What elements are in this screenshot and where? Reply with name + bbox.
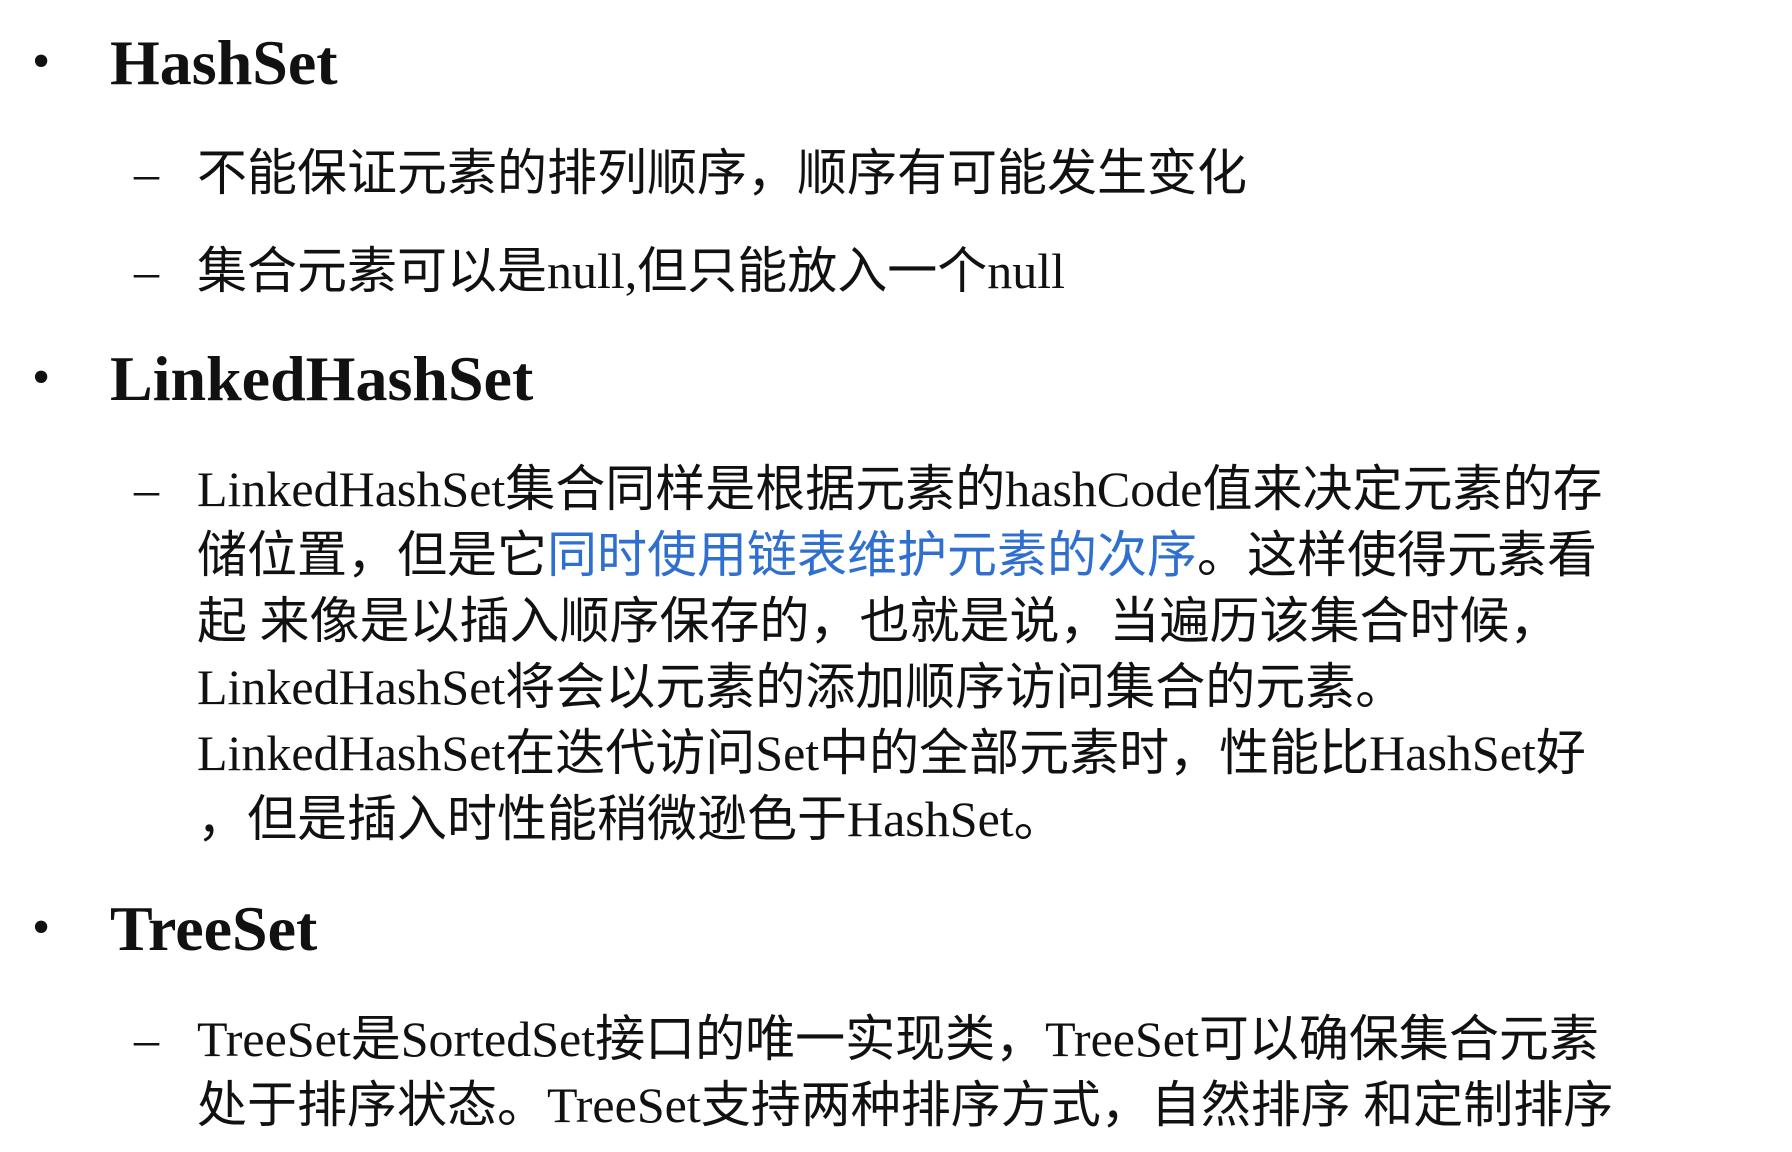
text-line: 起 来像是以插入顺序保存的，也就是说，当遍历该集合时候， [197,593,1560,649]
bullet-marker: • [32,899,51,956]
text-line: LinkedHashSet在迭代访问Set中的全部元素时，性能比HashSet好 [197,725,1586,781]
dash-marker: – [134,243,159,299]
section-heading-hashset: HashSet [110,27,338,98]
section-heading-linkedhashset: LinkedHashSet [110,343,534,414]
bullet-marker: • [32,349,51,406]
hashset-point-1: 不能保证元素的排列顺序，顺序有可能发生变化 [197,140,1787,206]
text-line: ，但是插入时性能稍微逊色于HashSet。 [197,791,1064,847]
text-line: LinkedHashSet将会以元素的添加顺序访问集合的元素。 [197,659,1406,715]
highlighted-phrase: 同时使用链表维护元素的次序 [547,527,1197,583]
text-line-with-highlight: 储位置，但是它同时使用链表维护元素的次序。这样使得元素看 [197,522,1787,588]
treeset-point-1: TreeSet是SortedSet接口的唯一实现类，TreeSet可以确保集合元… [197,1006,1787,1138]
text-line: 集合元素可以是null,但只能放入一个null [197,243,1066,299]
text-segment: 储位置，但是它 [197,527,547,583]
dash-marker: – [134,145,159,201]
text-line: LinkedHashSet集合同样是根据元素的hashCode值来决定元素的存 [197,461,1603,517]
text-line: 不能保证元素的排列顺序，顺序有可能发生变化 [197,145,1247,201]
bullet-marker: • [32,33,51,90]
dash-marker: – [134,461,159,517]
dash-marker: – [134,1011,159,1067]
slide: • HashSet – 不能保证元素的排列顺序，顺序有可能发生变化 – 集合元素… [0,0,1792,1152]
text-line: TreeSet是SortedSet接口的唯一实现类，TreeSet可以确保集合元… [197,1011,1599,1067]
text-segment: 。这样使得元素看 [1197,527,1597,583]
hashset-point-2: 集合元素可以是null,但只能放入一个null [197,238,1787,304]
text-line: 处于排序状态。TreeSet支持两种排序方式，自然排序 和定制排序 [197,1077,1614,1133]
section-heading-treeset: TreeSet [110,893,318,964]
linkedhashset-point-1: LinkedHashSet集合同样是根据元素的hashCode值来决定元素的存 … [197,456,1787,852]
